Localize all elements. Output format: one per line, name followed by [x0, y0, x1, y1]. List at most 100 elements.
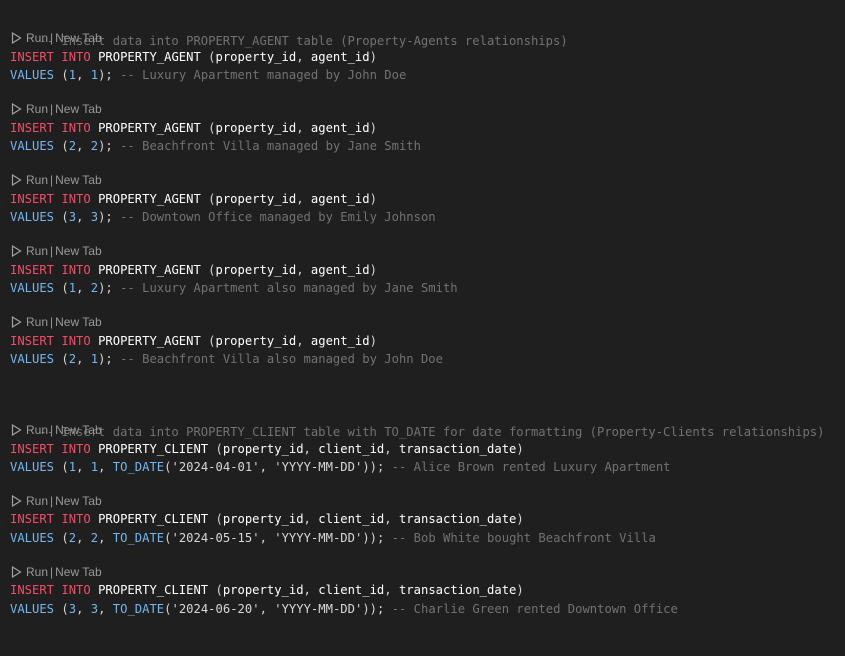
codelens-new-tab-link[interactable]: New Tab — [55, 30, 101, 46]
codelens-run-link[interactable]: Run — [26, 314, 48, 330]
codelens-8: Run | New Tab — [11, 564, 102, 580]
value-number: 2 — [68, 531, 77, 545]
keyword-insert: INSERT — [10, 334, 55, 348]
keyword-insert: INSERT — [10, 583, 55, 597]
inline-comment: -- Luxury Apartment managed by John Doe — [120, 68, 407, 82]
codelens-new-tab-link[interactable]: New Tab — [55, 243, 101, 259]
keyword-into: INTO — [61, 334, 91, 348]
codelens-new-tab-link[interactable]: New Tab — [55, 101, 101, 117]
column-name: property_id — [215, 121, 297, 135]
value-number: 3 — [90, 602, 99, 616]
value-number: 2 — [90, 281, 99, 295]
codelens-run-link[interactable]: Run — [26, 243, 48, 259]
column-name: agent_id — [310, 263, 370, 277]
date-string: '2024-06-20' — [171, 602, 260, 616]
codelens-new-tab-link[interactable]: New Tab — [55, 493, 101, 509]
column-name: property_id — [222, 512, 304, 526]
sql-editor[interactable]: -- Insert data into PROPERTY_AGENT table… — [0, 0, 845, 656]
value-number: 2 — [90, 531, 99, 545]
insert-line: INSERT INTO PROPERTY_AGENT (property_id,… — [10, 121, 377, 135]
run-icon[interactable] — [11, 32, 26, 44]
format-string: 'YYYY-MM-DD' — [274, 531, 363, 545]
codelens-run-link[interactable]: Run — [26, 564, 48, 580]
keyword-into: INTO — [61, 512, 91, 526]
date-string: '2024-05-15' — [171, 531, 260, 545]
column-name: property_id — [222, 442, 304, 456]
run-icon[interactable] — [11, 316, 26, 328]
value-number: 3 — [68, 602, 77, 616]
keyword-values: VALUES — [10, 139, 55, 153]
values-line: VALUES (3, 3); -- Downtown Office manage… — [10, 210, 436, 224]
value-number: 1 — [68, 281, 77, 295]
column-name: client_id — [318, 583, 385, 597]
value-number: 1 — [90, 352, 99, 366]
codelens-new-tab-link[interactable]: New Tab — [55, 564, 101, 580]
run-icon[interactable] — [11, 424, 26, 436]
function-to-date: TO_DATE — [112, 531, 165, 545]
column-name: agent_id — [310, 334, 370, 348]
insert-line: INSERT INTO PROPERTY_AGENT (property_id,… — [10, 192, 377, 206]
values-line: VALUES (2, 1); -- Beachfront Villa also … — [10, 352, 443, 366]
codelens-separator: | — [50, 244, 54, 258]
codelens-new-tab-link[interactable]: New Tab — [55, 172, 101, 188]
codelens-separator: | — [50, 494, 54, 508]
inline-comment: -- Luxury Apartment also managed by Jane… — [120, 281, 458, 295]
values-line: VALUES (2, 2); -- Beachfront Villa manag… — [10, 139, 421, 153]
column-name: agent_id — [310, 192, 370, 206]
keyword-into: INTO — [61, 121, 91, 135]
format-string: 'YYYY-MM-DD' — [274, 460, 363, 474]
format-string: 'YYYY-MM-DD' — [274, 602, 363, 616]
run-icon[interactable] — [11, 245, 26, 257]
date-string: '2024-04-01' — [171, 460, 260, 474]
keyword-values: VALUES — [10, 352, 55, 366]
run-icon[interactable] — [11, 103, 26, 115]
column-name: transaction_date — [398, 583, 517, 597]
codelens-run-link[interactable]: Run — [26, 30, 48, 46]
keyword-into: INTO — [61, 263, 91, 277]
run-icon[interactable] — [11, 174, 26, 186]
keyword-insert: INSERT — [10, 50, 55, 64]
codelens-run-link[interactable]: Run — [26, 101, 48, 117]
codelens-run-link[interactable]: Run — [26, 493, 48, 509]
column-name: property_id — [215, 263, 297, 277]
table-name: PROPERTY_AGENT — [98, 50, 201, 64]
codelens-run-link[interactable]: Run — [26, 422, 48, 438]
table-name: PROPERTY_CLIENT — [98, 583, 209, 597]
run-icon[interactable] — [11, 495, 26, 507]
codelens-new-tab-link[interactable]: New Tab — [55, 422, 101, 438]
column-name: agent_id — [310, 50, 370, 64]
keyword-into: INTO — [61, 583, 91, 597]
table-name: PROPERTY_AGENT — [98, 334, 201, 348]
column-name: property_id — [222, 583, 304, 597]
inline-comment: -- Downtown Office managed by Emily John… — [120, 210, 436, 224]
value-number: 1 — [90, 68, 99, 82]
run-icon[interactable] — [11, 566, 26, 578]
table-name: PROPERTY_AGENT — [98, 263, 201, 277]
table-name: PROPERTY_AGENT — [98, 121, 201, 135]
column-name: agent_id — [310, 121, 370, 135]
comment-line-clients: -- Insert data into PROPERTY_CLIENT tabl… — [10, 405, 824, 439]
codelens-separator: | — [50, 173, 54, 187]
keyword-insert: INSERT — [10, 121, 55, 135]
keyword-into: INTO — [61, 192, 91, 206]
keyword-insert: INSERT — [10, 512, 55, 526]
codelens-separator: | — [50, 423, 54, 437]
insert-line: INSERT INTO PROPERTY_AGENT (property_id,… — [10, 334, 377, 348]
table-name: PROPERTY_AGENT — [98, 192, 201, 206]
value-number: 1 — [68, 460, 77, 474]
codelens-separator: | — [50, 31, 54, 45]
keyword-values: VALUES — [10, 210, 55, 224]
values-line: VALUES (3, 3, TO_DATE('2024-06-20', 'YYY… — [10, 602, 678, 616]
codelens-run-link[interactable]: Run — [26, 172, 48, 188]
insert-line: INSERT INTO PROPERTY_AGENT (property_id,… — [10, 263, 377, 277]
comment-agents-header: -- Insert data into PROPERTY_AGENT table… — [39, 34, 568, 48]
table-name: PROPERTY_CLIENT — [98, 512, 209, 526]
values-line: VALUES (1, 2); -- Luxury Apartment also … — [10, 281, 458, 295]
codelens-4: Run | New Tab — [11, 243, 102, 259]
insert-line: INSERT INTO PROPERTY_CLIENT (property_id… — [10, 512, 524, 526]
codelens-new-tab-link[interactable]: New Tab — [55, 314, 101, 330]
value-number: 2 — [68, 352, 77, 366]
comment-clients-header: -- Insert data into PROPERTY_CLIENT tabl… — [39, 425, 825, 439]
value-number: 2 — [90, 139, 99, 153]
codelens-separator: | — [50, 565, 54, 579]
